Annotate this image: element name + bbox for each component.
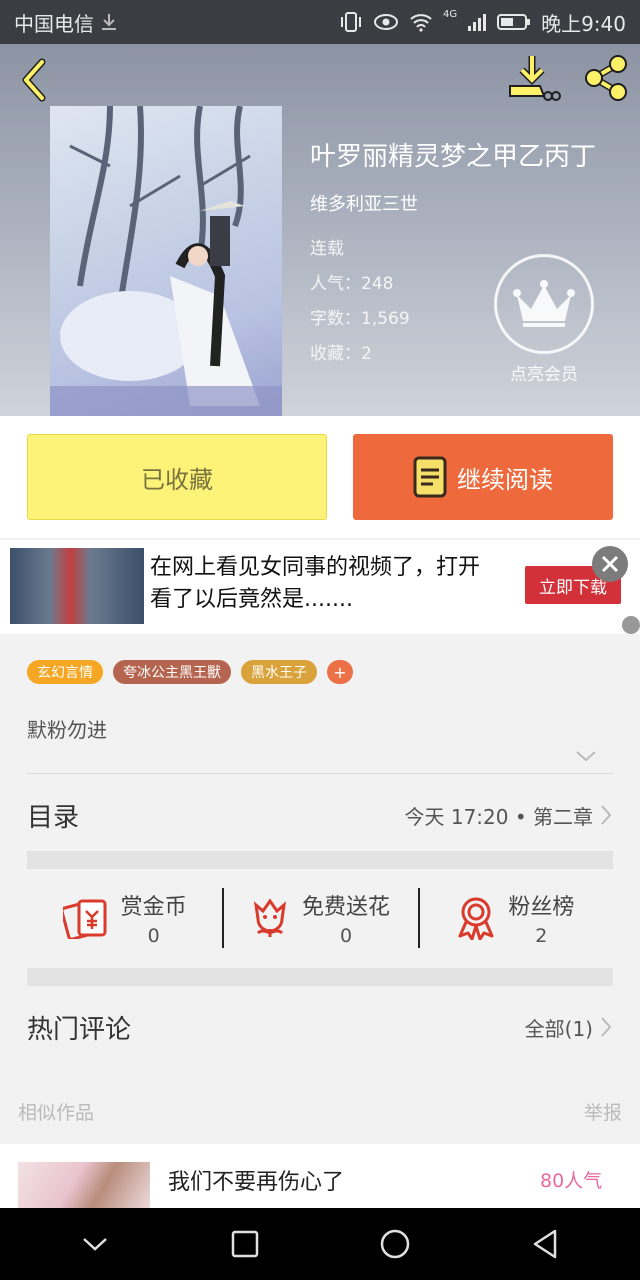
divider: [27, 773, 613, 774]
ad-image: [10, 548, 144, 624]
book-intro: 默粉勿进: [27, 718, 107, 742]
share-button[interactable]: [578, 52, 634, 104]
tag-list: 玄幻言情 夸冰公主黑王獸 黑水王子 +: [27, 660, 353, 684]
section-separator: [27, 968, 613, 986]
catalog-title: 目录: [27, 802, 80, 833]
book-cover[interactable]: [50, 106, 282, 416]
book-header: 叶罗丽精灵梦之甲乙丙丁 维多利亚三世 连载 人气：248 字数：1,569 收藏…: [0, 44, 640, 416]
continue-reading-button[interactable]: 继续阅读: [353, 434, 613, 520]
nav-back-button[interactable]: [515, 1214, 575, 1274]
nav-recents-button[interactable]: [215, 1214, 275, 1274]
free-flowers-button[interactable]: 免费送花 0: [222, 878, 417, 958]
network-type: 4G: [442, 8, 458, 20]
eye-icon: [373, 14, 398, 30]
ad-banner[interactable]: 在网上看见女同事的视频了，打开看了以后竟然是....... 立即下载: [0, 540, 640, 634]
fan-ranking-button[interactable]: 粉丝榜 2: [417, 878, 613, 958]
red-envelope-icon: [62, 899, 107, 939]
member-label: 点亮会员: [510, 365, 578, 385]
download-icon: [509, 56, 561, 101]
chevron-right-icon: [601, 805, 612, 825]
free-flowers-label: 免费送花: [301, 895, 390, 920]
book-title: 叶罗丽精灵梦之甲乙丙丁: [310, 142, 597, 172]
carrier-name: 中国电信: [14, 11, 94, 36]
ad-close-button[interactable]: [592, 546, 628, 582]
reward-coins-button[interactable]: 赏金币 0: [27, 878, 222, 958]
close-icon: [601, 555, 619, 573]
circle-icon: [380, 1229, 410, 1259]
fan-ranking-label: 粉丝榜: [508, 895, 575, 920]
hot-comments-row[interactable]: 热门评论 全部(1): [27, 1002, 613, 1052]
book-favorites: 收藏：2: [310, 344, 372, 364]
reward-coins-label: 赏金币: [120, 895, 187, 920]
book-word-count: 字数：1,569: [310, 309, 410, 329]
book-author[interactable]: 维多利亚三世: [310, 190, 418, 216]
tag-item[interactable]: 玄幻言情: [27, 660, 103, 684]
download-button[interactable]: [506, 52, 562, 104]
similar-work-item[interactable]: 我们不要再伤心了 80人气: [0, 1144, 640, 1208]
nav-home-button[interactable]: [365, 1214, 425, 1274]
member-badge-button[interactable]: 点亮会员: [492, 254, 596, 394]
triangle-back-icon: [533, 1229, 557, 1259]
all-comments-link[interactable]: 全部(1): [525, 1013, 593, 1042]
nav-hide-button[interactable]: [65, 1214, 125, 1274]
tag-item[interactable]: 夸冰公主黑王獸: [113, 660, 231, 684]
book-icon: [413, 456, 447, 498]
chevron-down-icon: [83, 1238, 107, 1251]
tag-item[interactable]: 黑水王子: [241, 660, 317, 684]
chevron-down-icon: [576, 751, 596, 762]
similar-works-header: 相似作品 举报: [18, 1098, 622, 1125]
free-flowers-value: 0: [339, 925, 353, 947]
battery-icon: [497, 14, 531, 30]
book-status: 连载: [310, 239, 344, 259]
chevron-right-icon: [601, 1017, 612, 1037]
square-icon: [231, 1230, 259, 1258]
hot-comments-title: 热门评论: [27, 1014, 132, 1045]
status-bar: 中国电信 4G 晚上9:40: [0, 0, 640, 44]
similar-works-title: 相似作品: [18, 1102, 95, 1124]
system-navigation-bar: [0, 1208, 640, 1280]
expand-intro-button[interactable]: [574, 746, 598, 766]
medal-icon: [458, 897, 494, 940]
stats-row: 赏金币 0 免费送花 0 粉丝榜 2: [27, 878, 613, 958]
similar-work-cover: [18, 1162, 150, 1208]
crown-icon: [513, 280, 575, 327]
back-button[interactable]: [14, 54, 54, 104]
report-button[interactable]: 举报: [584, 1098, 622, 1125]
clock: 晚上9:40: [541, 11, 626, 36]
catalog-row[interactable]: 目录 今天 17:20 • 第二章: [27, 790, 613, 840]
section-separator: [27, 851, 613, 869]
chevron-left-icon: [22, 58, 46, 102]
similar-work-popularity: 80人气: [540, 1170, 603, 1192]
share-icon: [585, 55, 627, 101]
similar-work-title: 我们不要再伤心了: [168, 1170, 345, 1195]
fan-ranking-value: 2: [535, 925, 548, 947]
ad-info-icon[interactable]: [622, 616, 640, 634]
action-bar: 已收藏 继续阅读: [0, 416, 640, 538]
signal-icon: [468, 14, 487, 31]
add-tag-button[interactable]: +: [327, 660, 353, 684]
download-notification-icon: [102, 14, 116, 30]
collected-button[interactable]: 已收藏: [27, 434, 327, 520]
vibrate-icon: [340, 12, 361, 32]
book-popularity: 人气：248: [310, 274, 394, 294]
continue-reading-label: 继续阅读: [457, 465, 553, 494]
wifi-icon: [410, 14, 432, 32]
latest-chapter: 今天 17:20 • 第二章: [404, 804, 593, 829]
cover-illustration: [50, 106, 282, 416]
ad-text: 在网上看见女同事的视频了，打开看了以后竟然是.......: [150, 555, 481, 612]
reward-coins-value: 0: [147, 925, 160, 947]
flower-icon: [253, 898, 287, 937]
